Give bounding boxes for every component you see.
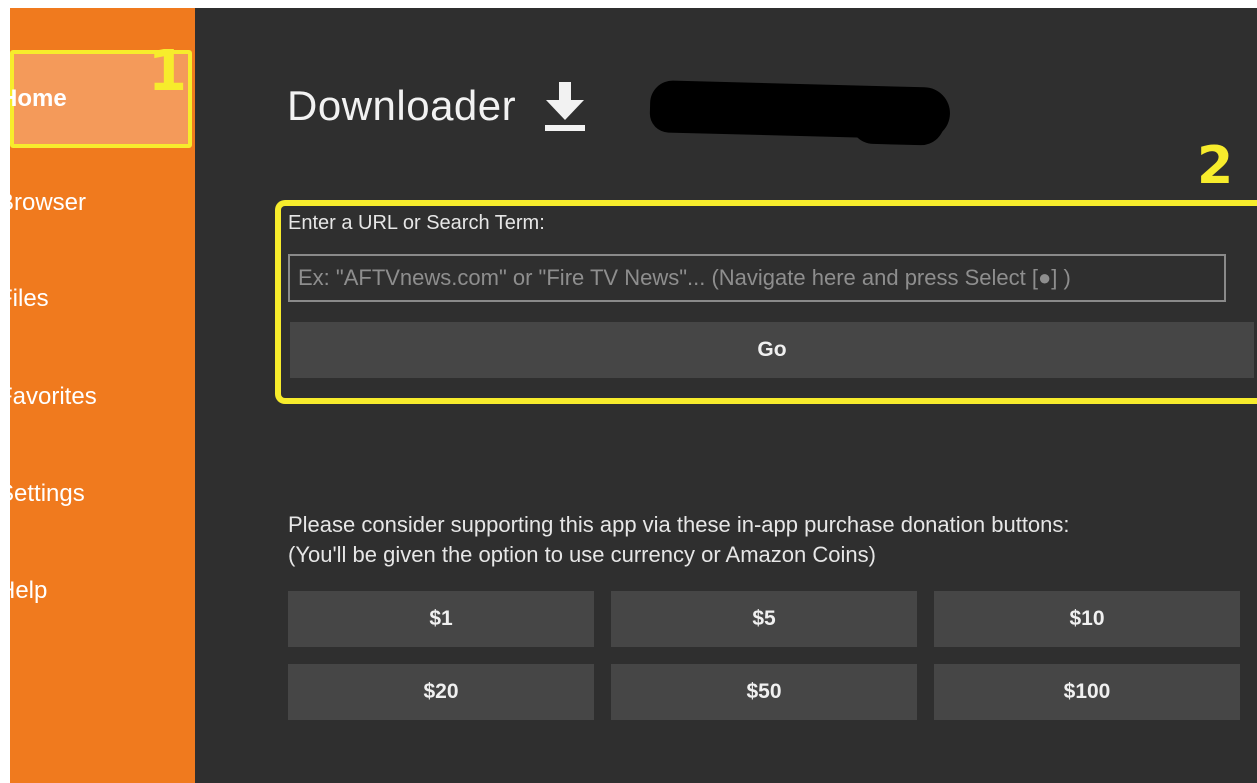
sidebar-item-settings[interactable]: Settings <box>10 449 195 539</box>
sidebar-item-favorites[interactable]: Favorites <box>10 352 195 442</box>
sidebar-item-label: Settings <box>10 480 85 507</box>
downloader-app: Home Browser Files Favorites Settings He… <box>10 8 1257 783</box>
sidebar: Home Browser Files Favorites Settings He… <box>10 8 195 783</box>
annotation-marker-2: 2 <box>1197 136 1234 196</box>
donate-20-button[interactable]: $20 <box>288 664 594 720</box>
sidebar-item-label: Help <box>10 577 48 604</box>
donate-10-button[interactable]: $10 <box>934 591 1240 647</box>
page-title: Downloader <box>287 82 517 129</box>
donation-message-line-1: Please consider supporting this app via … <box>288 512 1070 537</box>
url-field-label: Enter a URL or Search Term: <box>288 212 545 234</box>
main-content: Downloader 2 Enter a URL or Search Term:… <box>195 8 1257 783</box>
donate-50-button[interactable]: $50 <box>611 664 917 720</box>
sidebar-item-label: Favorites <box>10 383 97 410</box>
donate-100-button[interactable]: $100 <box>934 664 1240 720</box>
sidebar-item-help[interactable]: Help <box>10 546 195 636</box>
sidebar-item-label: Files <box>10 285 49 312</box>
sidebar-item-label: Browser <box>10 189 87 216</box>
redaction-mark <box>649 80 951 140</box>
donation-message: Please consider supporting this app via … <box>288 510 1257 570</box>
sidebar-item-files[interactable]: Files <box>10 254 195 344</box>
header: Downloader <box>287 76 588 136</box>
donate-5-button[interactable]: $5 <box>611 591 917 647</box>
sidebar-item-browser[interactable]: Browser <box>10 158 195 248</box>
sidebar-item-label: Home <box>10 85 67 112</box>
download-icon <box>545 82 586 131</box>
go-button[interactable]: Go <box>290 322 1254 378</box>
donate-1-button[interactable]: $1 <box>288 591 594 647</box>
donation-message-line-2: (You'll be given the option to use curre… <box>288 542 876 567</box>
url-input[interactable] <box>288 254 1226 302</box>
annotation-marker-1: 1 <box>148 39 187 104</box>
